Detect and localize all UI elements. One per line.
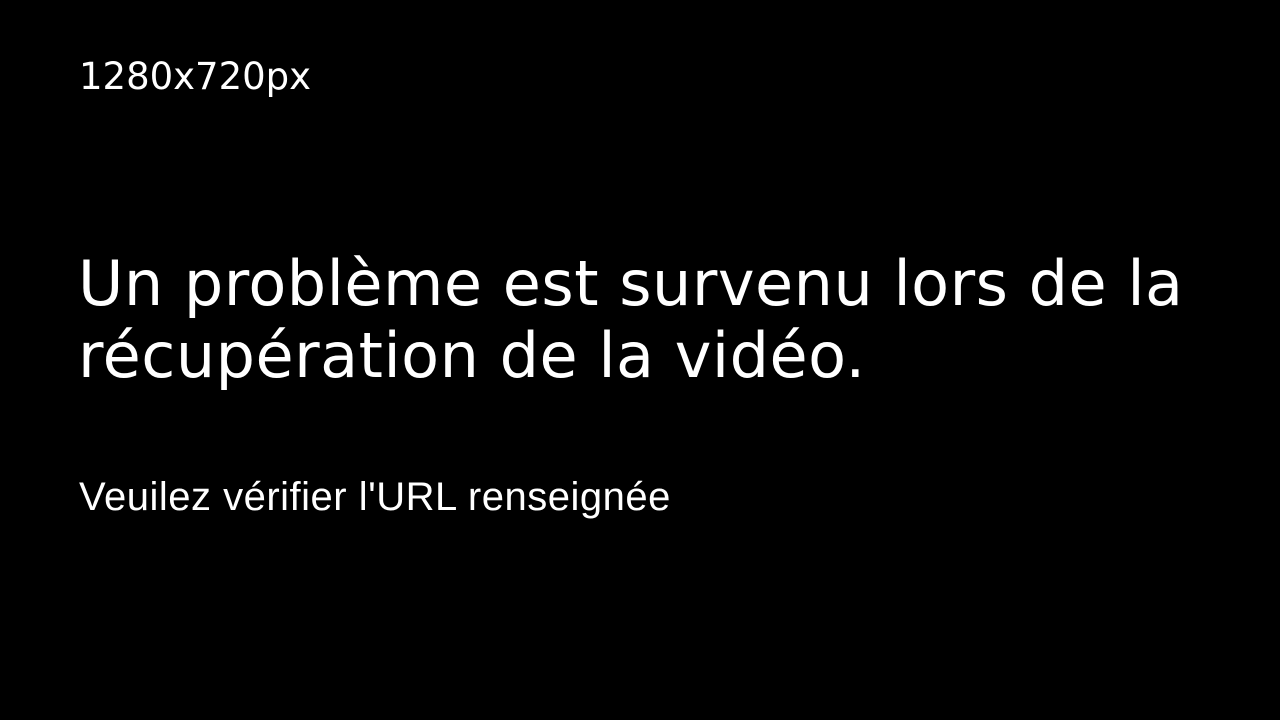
error-hint: Veuilez vérifier l'URL renseignée	[79, 475, 671, 519]
dimensions-label: 1280x720px	[79, 55, 312, 98]
video-error-screen: 1280x720px Un problème est survenu lors …	[0, 0, 1280, 720]
error-title: Un problème est survenu lors de la récup…	[78, 247, 1184, 392]
